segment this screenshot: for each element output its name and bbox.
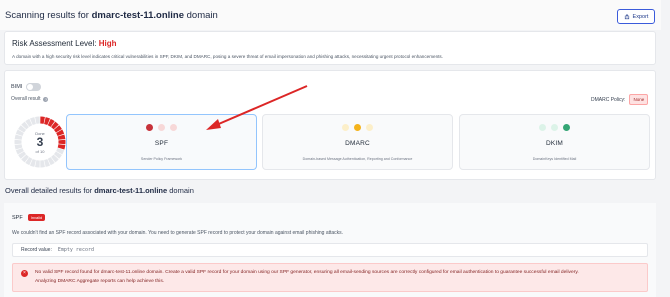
error-text: No valid SPF record found for dmarc-test… bbox=[35, 269, 635, 286]
protocol-name: DKIM bbox=[545, 140, 564, 147]
protocol-card-spf[interactable]: SPF Sender Policy Framework bbox=[66, 114, 257, 170]
bimi-toggle[interactable] bbox=[26, 83, 42, 91]
risk-level: High bbox=[98, 39, 117, 48]
dmarc-policy: DMARC Policy: None bbox=[591, 94, 649, 105]
page-title: Scanning results for dmarc-test-11.onlin… bbox=[5, 10, 218, 21]
record-value: Empty record bbox=[57, 247, 94, 253]
details-title: Overall detailed results for dmarc-test-… bbox=[5, 186, 194, 195]
overall-result-row: Overall result ? bbox=[11, 96, 49, 102]
risk-assessment-card: Risk Assessment Level: High A domain wit… bbox=[4, 31, 656, 65]
toggle-knob bbox=[27, 84, 34, 90]
bimi-label: BIMI bbox=[11, 84, 23, 90]
status-badge: Invalid bbox=[27, 214, 46, 221]
overall-result-gauge: Done 3 of 10 bbox=[12, 114, 68, 170]
export-label: Export bbox=[632, 13, 649, 20]
details-domain: dmarc-test-11.online bbox=[94, 186, 168, 195]
gauge-value: 3 bbox=[36, 134, 44, 149]
status-dot bbox=[563, 124, 570, 131]
protocol-card-dkim[interactable]: DKIM DomainKeys Identified Mail bbox=[459, 114, 650, 170]
status-dots bbox=[263, 124, 452, 131]
dmarc-policy-badge: None bbox=[629, 94, 649, 105]
spf-description: We couldn't find an SPF record associate… bbox=[12, 230, 344, 236]
protocol-summary-card: BIMI Overall result ? DMARC Policy: None… bbox=[4, 70, 656, 180]
error-alert: × No valid SPF record found for dmarc-te… bbox=[12, 263, 648, 292]
status-dots bbox=[460, 124, 649, 131]
status-dot bbox=[366, 124, 373, 131]
status-dot bbox=[539, 124, 546, 131]
dmarc-policy-label: DMARC Policy: bbox=[591, 96, 626, 103]
export-button[interactable]: Export bbox=[617, 9, 655, 24]
status-dot bbox=[551, 124, 558, 131]
title-prefix: Scanning results for bbox=[5, 10, 89, 21]
status-dot bbox=[354, 124, 361, 131]
record-label: Record value: bbox=[21, 247, 52, 253]
overall-result-label: Overall result bbox=[11, 96, 41, 102]
title-suffix: domain bbox=[186, 10, 218, 21]
status-dot bbox=[170, 124, 177, 131]
spf-label: SPF bbox=[12, 214, 23, 221]
risk-title: Risk Assessment Level: High bbox=[12, 39, 117, 48]
status-dot bbox=[158, 124, 165, 131]
scrollbar-track[interactable] bbox=[661, 0, 670, 297]
gauge-total-label: of 10 bbox=[35, 148, 45, 154]
error-line-1: No valid SPF record found for dmarc-test… bbox=[35, 270, 579, 275]
risk-label: Risk Assessment Level: bbox=[12, 39, 97, 48]
details-title-suffix: domain bbox=[169, 186, 194, 195]
gauge-text: Done 3 of 10 bbox=[12, 114, 68, 170]
protocol-subtitle: DomainKeys Identified Mail bbox=[532, 157, 577, 161]
risk-description: A domain with a high security risk level… bbox=[12, 54, 444, 59]
status-dots bbox=[67, 124, 256, 131]
page-header: Scanning results for dmarc-test-11.onlin… bbox=[0, 0, 670, 30]
info-icon[interactable]: ? bbox=[43, 96, 49, 102]
spf-detail-card: SPF Invalid We couldn't find an SPF reco… bbox=[4, 203, 656, 297]
export-icon bbox=[624, 13, 629, 19]
status-dot bbox=[342, 124, 349, 131]
title-domain: dmarc-test-11.online bbox=[91, 10, 184, 21]
status-dot bbox=[146, 124, 153, 131]
spf-header-row: SPF Invalid bbox=[12, 214, 46, 221]
record-value-box[interactable]: Record value: Empty record bbox=[12, 243, 648, 257]
protocol-subtitle: Sender Policy Framework bbox=[140, 157, 183, 161]
error-line-2: Analyzing DMARC Aggregate reports can he… bbox=[35, 278, 165, 284]
protocol-subtitle: Domain-based Message Authentication, Rep… bbox=[302, 157, 413, 161]
protocol-name: SPF bbox=[154, 140, 169, 147]
bimi-row: BIMI bbox=[11, 83, 42, 91]
error-icon: × bbox=[21, 270, 28, 277]
details-title-prefix: Overall detailed results for bbox=[5, 186, 93, 195]
protocol-card-dmarc[interactable]: DMARC Domain-based Message Authenticatio… bbox=[262, 114, 453, 170]
protocol-name: DMARC bbox=[345, 140, 370, 147]
